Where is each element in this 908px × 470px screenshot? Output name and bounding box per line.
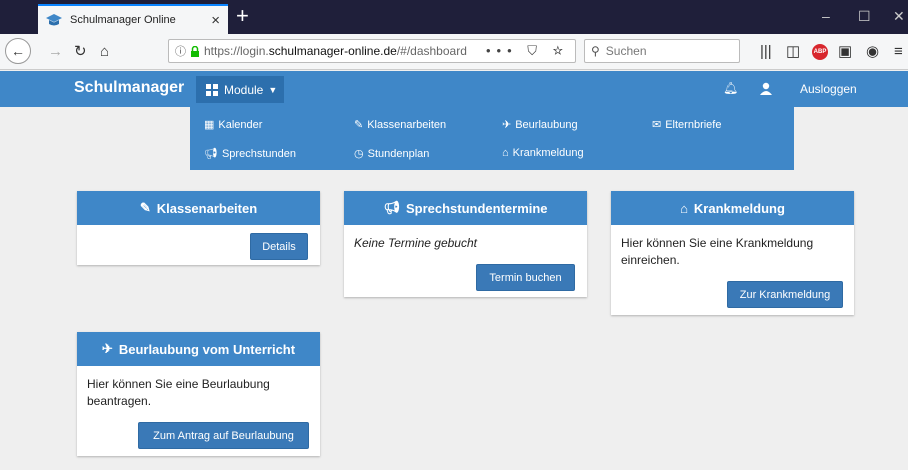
menu-item-elternbriefe[interactable]: ✉ Elternbriefe (652, 118, 721, 131)
menu-item-sprechstunden[interactable]: 📢︎ Sprechstunden (204, 147, 296, 160)
calendar-icon: ▦ (204, 119, 215, 131)
minimize-icon[interactable]: – (822, 8, 830, 24)
panel-header: ⌂ Krankmeldung (611, 191, 854, 225)
panel-klassenarbeiten: ✎ Klassenarbeiten Details (77, 191, 320, 265)
edit-icon: ✎ (354, 119, 364, 131)
page-actions-icon[interactable]: ••• ⛉ ☆ (486, 43, 569, 59)
module-menu: ▦ Kalender ✎ Klassenarbeiten ✈ Beurlaubung … (190, 107, 794, 170)
search-input[interactable]: ⚲ Suchen (584, 39, 740, 63)
tab-title: Schulmanager Online (70, 14, 176, 26)
pushpin-icon: ✈ (502, 119, 512, 131)
panel-krankmeldung: ⌂ Krankmeldung Hier können Sie eine Krank… (611, 191, 854, 315)
details-button[interactable]: Details (250, 233, 308, 260)
browser-tab[interactable]: Schulmanager Online × (38, 4, 228, 34)
brand-logo[interactable]: Schulmanager (74, 79, 184, 97)
app-header: Schulmanager Module ▼ 🔔︎ Ausloggen (0, 71, 908, 107)
library-icon[interactable]: ||| (760, 43, 772, 61)
search-placeholder: Suchen (605, 44, 647, 58)
extension-icon[interactable]: ▣ (838, 43, 852, 61)
module-label: Module (224, 82, 264, 97)
tab-close-icon[interactable]: × (211, 12, 220, 29)
panel-beurlaubung: ✈ Beurlaubung vom Unterricht Hier können … (77, 332, 320, 456)
browser-tab-bar: Schulmanager Online × + – ☐ ✕ (0, 0, 908, 34)
info-icon[interactable]: ⓘ (175, 43, 186, 59)
menu-item-klassenarbeiten[interactable]: ✎ Klassenarbeiten (354, 118, 446, 131)
panel-text: Hier können Sie eine Beurlaubung beantra… (87, 377, 270, 408)
bullhorn-icon: 📢︎ (383, 200, 400, 215)
home-icon: ⌂ (680, 200, 688, 216)
url-text: https://login.schulmanager-online.de/#/d… (204, 44, 467, 58)
logout-link[interactable]: Ausloggen (800, 82, 857, 96)
menu-icon[interactable]: ≡ (894, 43, 903, 61)
browser-toolbar: ← → ↻ ⌂ ⓘ https://login.schulmanager-onl… (0, 34, 908, 70)
panel-header: ✎ Klassenarbeiten (77, 191, 320, 225)
panel-text: Hier können Sie eine Krankmeldung einrei… (621, 236, 814, 267)
clock-icon: ◷ (354, 148, 364, 160)
maximize-icon[interactable]: ☐ (858, 8, 871, 25)
user-icon[interactable] (760, 82, 772, 95)
menu-item-kalender[interactable]: ▦ Kalender (204, 118, 262, 131)
menu-item-krankmeldung[interactable]: ⌂ Krankmeldung (502, 147, 584, 159)
home-icon: ⌂ (502, 147, 509, 159)
menu-item-beurlaubung[interactable]: ✈ Beurlaubung (502, 118, 578, 131)
arrow-left-icon: ← (11, 43, 25, 59)
lock-icon (191, 45, 199, 57)
termin-buchen-button[interactable]: Termin buchen (476, 264, 575, 291)
account-icon[interactable]: ◉ (866, 43, 879, 61)
edit-icon: ✎ (139, 200, 151, 215)
pushpin-icon: ✈ (101, 341, 113, 356)
panel-header: ✈ Beurlaubung vom Unterricht (77, 332, 320, 366)
adblock-icon[interactable]: ABP (812, 44, 828, 60)
menu-item-stundenplan[interactable]: ◷ Stundenplan (354, 147, 429, 160)
address-bar[interactable]: ⓘ https://login.schulmanager-online.de/#… (168, 39, 576, 63)
back-button[interactable]: ← (5, 38, 31, 64)
zum-antrag-button[interactable]: Zum Antrag auf Beurlaubung (138, 422, 309, 449)
grid-icon (206, 83, 218, 96)
new-tab-button[interactable]: + (236, 4, 249, 28)
zur-krankmeldung-button[interactable]: Zur Krankmeldung (727, 281, 843, 308)
bell-icon[interactable]: 🔔︎ (723, 81, 738, 95)
caret-down-icon: ▼ (268, 84, 278, 95)
forward-icon[interactable]: → (48, 43, 63, 61)
home-icon[interactable]: ⌂ (100, 43, 109, 61)
window-close-icon[interactable]: ✕ (893, 8, 905, 25)
panel-sprechstunden: 📢︎ Sprechstundentermine Keine Termine geb… (344, 191, 587, 297)
module-dropdown-button[interactable]: Module ▼ (196, 76, 284, 103)
reload-icon[interactable]: ↻ (74, 43, 87, 61)
search-icon: ⚲ (591, 44, 600, 58)
bullhorn-icon: 📢︎ (204, 148, 218, 160)
sidebar-icon[interactable]: ◫ (786, 43, 800, 61)
graduation-cap-icon (46, 14, 62, 26)
panel-text: Keine Termine gebucht (354, 236, 477, 250)
envelope-icon: ✉ (652, 119, 662, 131)
panel-header: 📢︎ Sprechstundentermine (344, 191, 587, 225)
